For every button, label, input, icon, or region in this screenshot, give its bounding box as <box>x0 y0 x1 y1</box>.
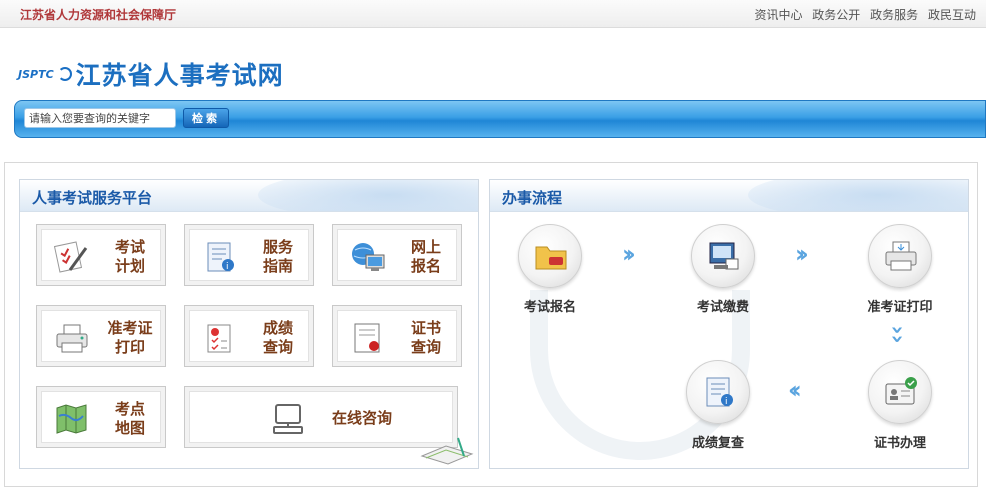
map-icon <box>56 404 87 434</box>
logo-mark: JSPTC <box>18 67 54 81</box>
top-bar: 江苏省人力资源和社会保障厅 资讯中心 政务公开 政务服务 政民互动 <box>0 0 986 28</box>
tile-label: 服务 指南 <box>262 238 293 275</box>
nav-government-affairs[interactable]: 政务公开 <box>812 8 860 22</box>
tile-label: 证书 查询 <box>410 319 441 356</box>
computer-icon <box>273 404 303 434</box>
step-label: 考试缴费 <box>696 300 749 315</box>
step-label: 成绩复查 <box>691 436 744 451</box>
tile-label: 考试 计划 <box>114 238 145 275</box>
tile-service-guide[interactable]: i 服务 指南 <box>184 224 314 286</box>
service-guide-icon: i <box>207 242 234 272</box>
svg-text:i: i <box>725 397 728 407</box>
step-label: 准考证打印 <box>867 300 933 315</box>
double-chevron-right-icon: ›› <box>795 240 809 268</box>
tile-label: 考点 地图 <box>114 400 145 437</box>
tile-label: 准考证 打印 <box>107 319 153 356</box>
search-input[interactable] <box>24 108 176 128</box>
tile-score-query[interactable]: 成绩 查询 <box>184 305 314 367</box>
online-register-icon <box>352 243 385 271</box>
tile-exam-site-map[interactable]: 考点 地图 <box>36 386 166 448</box>
double-chevron-right-icon: ›› <box>622 240 636 268</box>
process-panel: 办事流程 考试报名 ›› 考试缴费 ›› 准考证打印 ›› 证书办理 ‹‹ i … <box>489 179 969 469</box>
tile-label: 网上 报名 <box>410 238 441 275</box>
panel-header: 办事流程 <box>490 180 968 212</box>
logo-swoosh-icon <box>57 67 72 81</box>
tile-online-register[interactable]: 网上 报名 <box>332 224 462 286</box>
step-label: 证书办理 <box>873 436 926 451</box>
step-admission-print[interactable]: 准考证打印 <box>840 224 960 315</box>
tile-label: 在线咨询 <box>331 409 392 427</box>
double-chevron-left-icon: ‹‹ <box>788 376 802 404</box>
folder-icon <box>535 246 567 270</box>
panel-title: 办事流程 <box>502 189 563 207</box>
site-title: 江苏省人事考试网 <box>75 61 284 90</box>
id-card-icon <box>885 377 917 405</box>
score-query-icon <box>207 324 231 353</box>
printer-icon <box>56 324 88 353</box>
main-content: 人事考试服务平台 考试 计划 i 服务 指南 网上 报名 准考证 打印 成绩 查… <box>4 162 978 487</box>
service-platform-panel: 人事考试服务平台 考试 计划 i 服务 指南 网上 报名 准考证 打印 成绩 查… <box>19 179 479 469</box>
nav-public-interaction[interactable]: 政民互动 <box>928 8 976 22</box>
step-score-review[interactable]: i 成绩复查 <box>658 360 778 451</box>
search-bar: 检索 <box>14 100 986 138</box>
tile-certificate-query[interactable]: 证书 查询 <box>332 305 462 367</box>
printer-icon <box>885 241 917 271</box>
site-logo[interactable]: JSPTC 江苏省人事考试网 <box>18 54 284 94</box>
double-chevron-down-icon: ›› <box>884 325 910 344</box>
tile-exam-plan[interactable]: 考试 计划 <box>36 224 166 286</box>
org-name[interactable]: 江苏省人力资源和社会保障厅 <box>20 6 176 23</box>
step-exam-registration[interactable]: 考试报名 <box>490 224 610 315</box>
panel-title: 人事考试服务平台 <box>32 189 153 207</box>
step-certificate-processing[interactable]: 证书办理 <box>840 360 960 451</box>
tile-online-consult[interactable]: 在线咨询 <box>184 386 458 448</box>
payment-icon <box>709 242 739 270</box>
step-exam-payment[interactable]: 考试缴费 <box>663 224 783 315</box>
certificate-icon <box>354 323 380 353</box>
exam-plan-icon <box>54 241 88 273</box>
svg-text:i: i <box>226 262 229 272</box>
top-nav: 资讯中心 政务公开 政务服务 政民互动 <box>748 6 976 23</box>
panel-header: 人事考试服务平台 <box>20 180 478 212</box>
report-icon: i <box>706 377 733 407</box>
tile-label: 成绩 查询 <box>262 319 293 356</box>
nav-government-services[interactable]: 政务服务 <box>870 8 918 22</box>
step-label: 考试报名 <box>523 300 576 315</box>
search-button[interactable]: 检索 <box>183 108 229 128</box>
nav-news-center[interactable]: 资讯中心 <box>754 8 802 22</box>
books-decoration-icon <box>420 437 474 465</box>
tile-admission-print[interactable]: 准考证 打印 <box>36 305 166 367</box>
